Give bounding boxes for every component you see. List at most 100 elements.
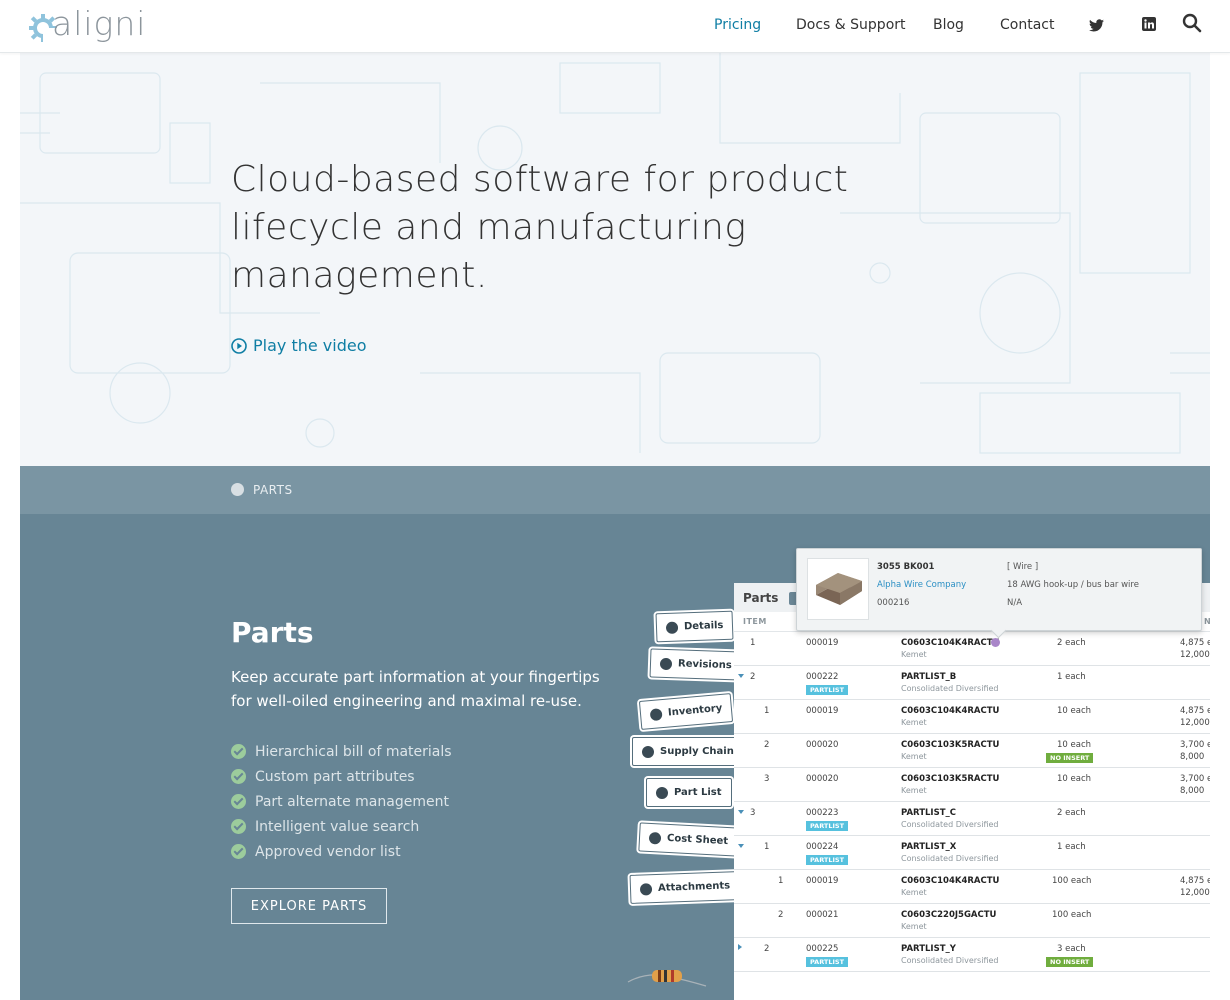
inventory-icon bbox=[649, 707, 663, 721]
row-item: 1 bbox=[764, 842, 770, 852]
tag-details[interactable]: Details bbox=[655, 610, 734, 643]
row-item: 1 bbox=[764, 706, 770, 716]
row-vendor: Consolidated Diversified bbox=[901, 820, 999, 829]
row-part[interactable]: C0603C103K5RACTU bbox=[901, 774, 999, 784]
row-item: 2 bbox=[778, 910, 784, 920]
table-row[interactable]: 2 000021 C0603C220J5GACTU Kemet 100 each bbox=[734, 904, 1210, 938]
row-item: 3 bbox=[764, 774, 770, 784]
row-vendor: Kemet bbox=[901, 786, 927, 795]
row-stock-total: 8,000 bbox=[1180, 786, 1205, 796]
nav-pricing[interactable]: Pricing bbox=[714, 17, 761, 33]
popup-description: 18 AWG hook-up / bus bar wire bbox=[1007, 580, 1139, 590]
site-header: aligni Pricing Docs & Support Blog Conta… bbox=[0, 0, 1230, 53]
check-icon bbox=[231, 819, 246, 834]
search-icon[interactable] bbox=[1182, 13, 1202, 37]
row-stock: 4,875 ea bbox=[1180, 706, 1210, 716]
row-vendor: Kemet bbox=[901, 718, 927, 727]
tag-cost-sheet[interactable]: Cost Sheet bbox=[638, 822, 739, 857]
nav-contact[interactable]: Contact bbox=[1000, 17, 1054, 33]
tag-revisions[interactable]: Revisions bbox=[649, 648, 743, 681]
logo[interactable]: aligni bbox=[28, 4, 146, 43]
table-row[interactable]: 2 000020 C0603C103K5RACTU Kemet 10 each NO IN… bbox=[734, 734, 1210, 768]
row-number: 000020 bbox=[806, 774, 839, 784]
explore-parts-button[interactable]: EXPLORE PARTS bbox=[231, 888, 387, 924]
row-stock: 3,700 ea bbox=[1180, 774, 1210, 784]
check-icon bbox=[231, 794, 246, 809]
table-row[interactable]: 2 000225 PARTLIST PARTLIST_Y Consolidated Di… bbox=[734, 938, 1210, 972]
row-stock-total: 12,000 bbox=[1180, 718, 1210, 728]
table-row[interactable]: 1 000019 C0603C104K4RACTU Kemet 2 each 4,875 … bbox=[734, 632, 1210, 666]
sheet-icon bbox=[648, 831, 662, 845]
row-quantity: 2 each bbox=[1057, 638, 1086, 648]
part-image bbox=[807, 558, 869, 620]
row-vendor: Consolidated Diversified bbox=[901, 854, 999, 863]
resistor-icon bbox=[627, 970, 707, 987]
partlist-badge: PARTLIST bbox=[806, 821, 849, 831]
expand-toggle-icon[interactable] bbox=[738, 674, 744, 678]
row-number: 000225 bbox=[806, 944, 839, 954]
feature-item: Intelligent value search bbox=[231, 814, 452, 839]
row-part[interactable]: PARTLIST_Y bbox=[901, 944, 956, 954]
feature-item: Custom part attributes bbox=[231, 764, 452, 789]
feature-item: Part alternate management bbox=[231, 789, 452, 814]
check-icon bbox=[231, 744, 246, 759]
row-quantity: 10 each bbox=[1057, 706, 1092, 716]
expand-toggle-icon[interactable] bbox=[738, 810, 744, 814]
expand-toggle-icon[interactable] bbox=[738, 844, 744, 848]
row-vendor: Kemet bbox=[901, 752, 927, 761]
table-row[interactable]: 1 000224 PARTLIST PARTLIST_X Consolidated Di… bbox=[734, 836, 1210, 870]
table-row[interactable]: 1 000019 C0603C104K4RACTU Kemet 100 each 4,87… bbox=[734, 870, 1210, 904]
expand-toggle-icon[interactable] bbox=[738, 944, 742, 950]
table-row[interactable]: 3 000223 PARTLIST PARTLIST_C Consolidated Di… bbox=[734, 802, 1210, 836]
row-number: 000021 bbox=[806, 910, 839, 920]
row-number: 000019 bbox=[806, 876, 839, 886]
table-row[interactable]: 1 000019 C0603C104K4RACTU Kemet 10 each 4,875… bbox=[734, 700, 1210, 734]
row-part[interactable]: PARTLIST_X bbox=[901, 842, 956, 852]
tag-attachments[interactable]: Attachments bbox=[629, 871, 741, 904]
feature-list: Hierarchical bill of materials Custom pa… bbox=[231, 739, 452, 864]
revisions-icon bbox=[659, 657, 673, 670]
tag-inventory[interactable]: Inventory bbox=[638, 693, 734, 730]
help-icon[interactable] bbox=[991, 638, 1000, 647]
linkedin-icon[interactable] bbox=[1142, 16, 1156, 35]
section-band-label: PARTS bbox=[253, 483, 293, 497]
col-nt: NT bbox=[1204, 617, 1210, 626]
play-video-link[interactable]: Play the video bbox=[231, 336, 367, 355]
row-part[interactable]: C0603C104K4RACTU bbox=[901, 876, 999, 886]
hero-title: Cloud-based software for product lifecyc… bbox=[231, 159, 849, 296]
tag-supply-chain[interactable]: Supply Chain bbox=[632, 737, 744, 766]
popup-vendor[interactable]: Alpha Wire Company bbox=[877, 580, 966, 590]
nav-docs-support[interactable]: Docs & Support bbox=[796, 17, 906, 33]
feature-item: Approved vendor list bbox=[231, 839, 452, 864]
row-item: 2 bbox=[764, 740, 770, 750]
partlist-badge: PARTLIST bbox=[806, 957, 849, 967]
section-dot[interactable] bbox=[231, 483, 244, 496]
row-quantity: 100 each bbox=[1052, 910, 1092, 920]
info-icon bbox=[665, 621, 679, 634]
twitter-icon[interactable] bbox=[1089, 17, 1104, 36]
section-description: Keep accurate part information at your f… bbox=[231, 668, 600, 710]
parts-table-panel: Parts ITEM NT 1 000019 C0603C104K4RACTU Kem… bbox=[734, 583, 1210, 1000]
row-part[interactable]: PARTLIST_C bbox=[901, 808, 956, 818]
row-stock: 4,875 ea bbox=[1180, 876, 1210, 886]
tag-part-list[interactable]: Part List bbox=[646, 778, 732, 807]
table-row[interactable]: 2 000222 PARTLIST PARTLIST_B Consolidated Di… bbox=[734, 666, 1210, 700]
row-part[interactable]: C0603C220J5GACTU bbox=[901, 910, 996, 920]
row-part[interactable]: C0603C104K4RACTU bbox=[901, 706, 999, 716]
logo-text: aligni bbox=[52, 4, 147, 43]
row-part[interactable]: C0603C103K5RACTU bbox=[901, 740, 999, 750]
partlist-badge: PARTLIST bbox=[806, 855, 849, 865]
row-part[interactable]: PARTLIST_B bbox=[901, 672, 956, 682]
table-row[interactable]: 3 000020 C0603C103K5RACTU Kemet 10 each 3,700… bbox=[734, 768, 1210, 802]
row-vendor: Kemet bbox=[901, 922, 927, 931]
no-insert-badge: NO INSERT bbox=[1046, 753, 1094, 763]
partlist-badge: PARTLIST bbox=[806, 685, 849, 695]
popup-part: 3055 BK001 bbox=[877, 562, 935, 572]
nav-blog[interactable]: Blog bbox=[933, 17, 964, 33]
row-stock: 4,875 ea bbox=[1180, 638, 1210, 648]
row-item: 2 bbox=[764, 944, 770, 954]
row-part[interactable]: C0603C104K4RACTU bbox=[901, 638, 999, 648]
row-vendor: Kemet bbox=[901, 650, 927, 659]
row-number: 000223 bbox=[806, 808, 839, 818]
feature-item: Hierarchical bill of materials bbox=[231, 739, 452, 764]
